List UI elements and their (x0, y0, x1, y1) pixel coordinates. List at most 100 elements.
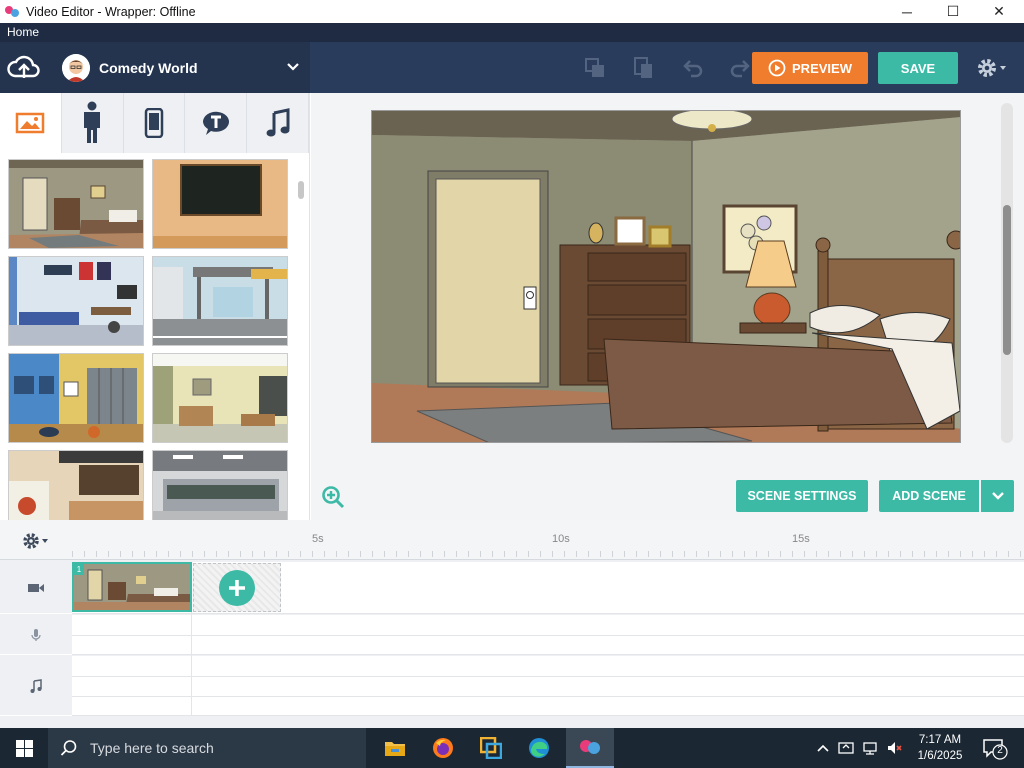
ruler-tick (228, 551, 229, 557)
project-selector[interactable]: Comedy World (0, 42, 310, 93)
undo-icon[interactable] (681, 56, 705, 80)
settings-menu-button[interactable] (976, 57, 1012, 79)
clock-date: 1/6/2025 (917, 750, 963, 762)
timeline-settings-icon[interactable] (22, 532, 52, 550)
ruler-tick (96, 551, 97, 557)
thumbnail-bus-stop[interactable] (152, 256, 288, 346)
music-track[interactable] (72, 656, 1024, 716)
folder-icon (385, 742, 405, 756)
thumbnail-teen-bedroom[interactable] (8, 256, 144, 346)
start-button[interactable] (0, 728, 48, 768)
taskbar: Type here to search 7:17 AM 1/6/2025 2 (0, 728, 1024, 768)
thumbnail-chalkboard[interactable] (152, 159, 288, 249)
tab-music[interactable] (247, 93, 309, 153)
taskbar-clock[interactable]: 7:17 AM 1/6/2025 (908, 732, 972, 764)
stage-scrollbar[interactable] (1003, 205, 1011, 355)
taskbar-firefox[interactable] (419, 728, 467, 768)
character-icon (84, 101, 101, 143)
thumbnail-classroom[interactable] (152, 353, 288, 443)
ruler-tick (972, 551, 973, 557)
ruler-tick (108, 551, 109, 557)
video-track-label (0, 562, 72, 614)
chevron-down-icon[interactable] (286, 60, 300, 74)
ruler-tick (924, 551, 925, 557)
taskbar-file-explorer[interactable] (371, 728, 419, 768)
paste-icon[interactable] (631, 56, 655, 80)
ruler-tick (240, 551, 241, 557)
add-scene-button[interactable]: ADD SCENE (879, 480, 979, 512)
music-note-icon (30, 678, 42, 693)
ruler-tick (468, 551, 469, 557)
scene-settings-button[interactable]: SCENE SETTINGS (736, 480, 868, 512)
speaker-muted-icon[interactable] (886, 740, 902, 756)
panel-scrollbar[interactable] (298, 181, 304, 199)
tab-backgrounds[interactable] (0, 93, 62, 153)
taskbar-app-square[interactable] (467, 728, 515, 768)
edge-icon (529, 738, 549, 758)
windows-icon (15, 739, 33, 757)
save-button[interactable]: SAVE (878, 52, 958, 84)
track-divider (72, 696, 1024, 697)
ruler-tick (528, 551, 529, 557)
ruler-tick (516, 551, 517, 557)
window-app-icon (480, 737, 502, 759)
chevron-up-icon[interactable] (815, 740, 831, 756)
tab-props[interactable] (124, 93, 186, 153)
ruler-tick (840, 551, 841, 557)
ruler-tick (288, 551, 289, 557)
maximize-button[interactable]: ☐ (930, 0, 976, 23)
app-logo-icon (5, 5, 19, 17)
ruler-tick (864, 551, 865, 557)
notification-center-button[interactable]: 2 (982, 738, 1008, 765)
notification-icon (983, 739, 1008, 760)
taskbar-edge[interactable] (515, 728, 563, 768)
ruler-tick (552, 551, 553, 557)
ruler-tick (72, 551, 73, 557)
ruler-tick (984, 551, 985, 557)
window-titlebar: Video Editor - Wrapper: Offline ─ ☐ ✕ (0, 0, 1024, 23)
taskbar-search[interactable]: Type here to search (48, 728, 366, 768)
avatar (62, 53, 90, 82)
zoom-in-icon[interactable] (321, 485, 345, 509)
ruler-tick (1008, 551, 1009, 557)
thumbnail-coffee-shop[interactable] (8, 450, 144, 520)
menu-home[interactable]: Home (7, 25, 39, 39)
ruler-tick (564, 551, 565, 557)
timeline-ruler[interactable]: 5s 10s 15s (0, 520, 1024, 560)
ruler-tick (168, 551, 169, 557)
ruler-tick (504, 551, 505, 557)
tab-text[interactable] (185, 93, 248, 153)
taskbar-wrapper-offline[interactable] (566, 728, 614, 768)
ruler-tick (360, 551, 361, 557)
ruler-tick (336, 551, 337, 557)
ruler-tick (996, 551, 997, 557)
add-scene-slot[interactable] (193, 563, 281, 612)
ruler-tick (816, 551, 817, 557)
ruler-tick (396, 551, 397, 557)
app-header: Comedy World PREVIEW SAVE (0, 42, 1024, 93)
copy-icon[interactable] (583, 56, 607, 80)
ruler-tick (948, 551, 949, 557)
thumbnail-locker-room[interactable] (8, 353, 144, 443)
ruler-tick (276, 551, 277, 557)
upload-cloud-icon[interactable] (6, 50, 42, 86)
ruler-tick (312, 551, 313, 557)
scene-clip[interactable]: 1 (72, 562, 192, 612)
preview-button[interactable]: PREVIEW (752, 52, 868, 84)
thumbnail-cafeteria[interactable] (152, 450, 288, 520)
tab-characters[interactable] (62, 93, 124, 153)
redo-icon[interactable] (728, 56, 752, 80)
scene-canvas[interactable] (371, 110, 961, 443)
add-scene-dropdown[interactable] (981, 480, 1014, 512)
thumbnail-bedroom[interactable] (8, 159, 144, 249)
ruler-tick (120, 551, 121, 557)
window-title: Video Editor - Wrapper: Offline (26, 4, 196, 19)
ruler-tick (204, 551, 205, 557)
minimize-button[interactable]: ─ (884, 0, 930, 23)
network-icon[interactable] (862, 740, 878, 756)
play-circle-icon (768, 59, 786, 77)
update-tray-icon[interactable] (838, 740, 854, 756)
close-button[interactable]: ✕ (976, 0, 1022, 23)
gear-icon (978, 59, 996, 77)
timeline: 5s 10s 15s (0, 520, 1024, 728)
